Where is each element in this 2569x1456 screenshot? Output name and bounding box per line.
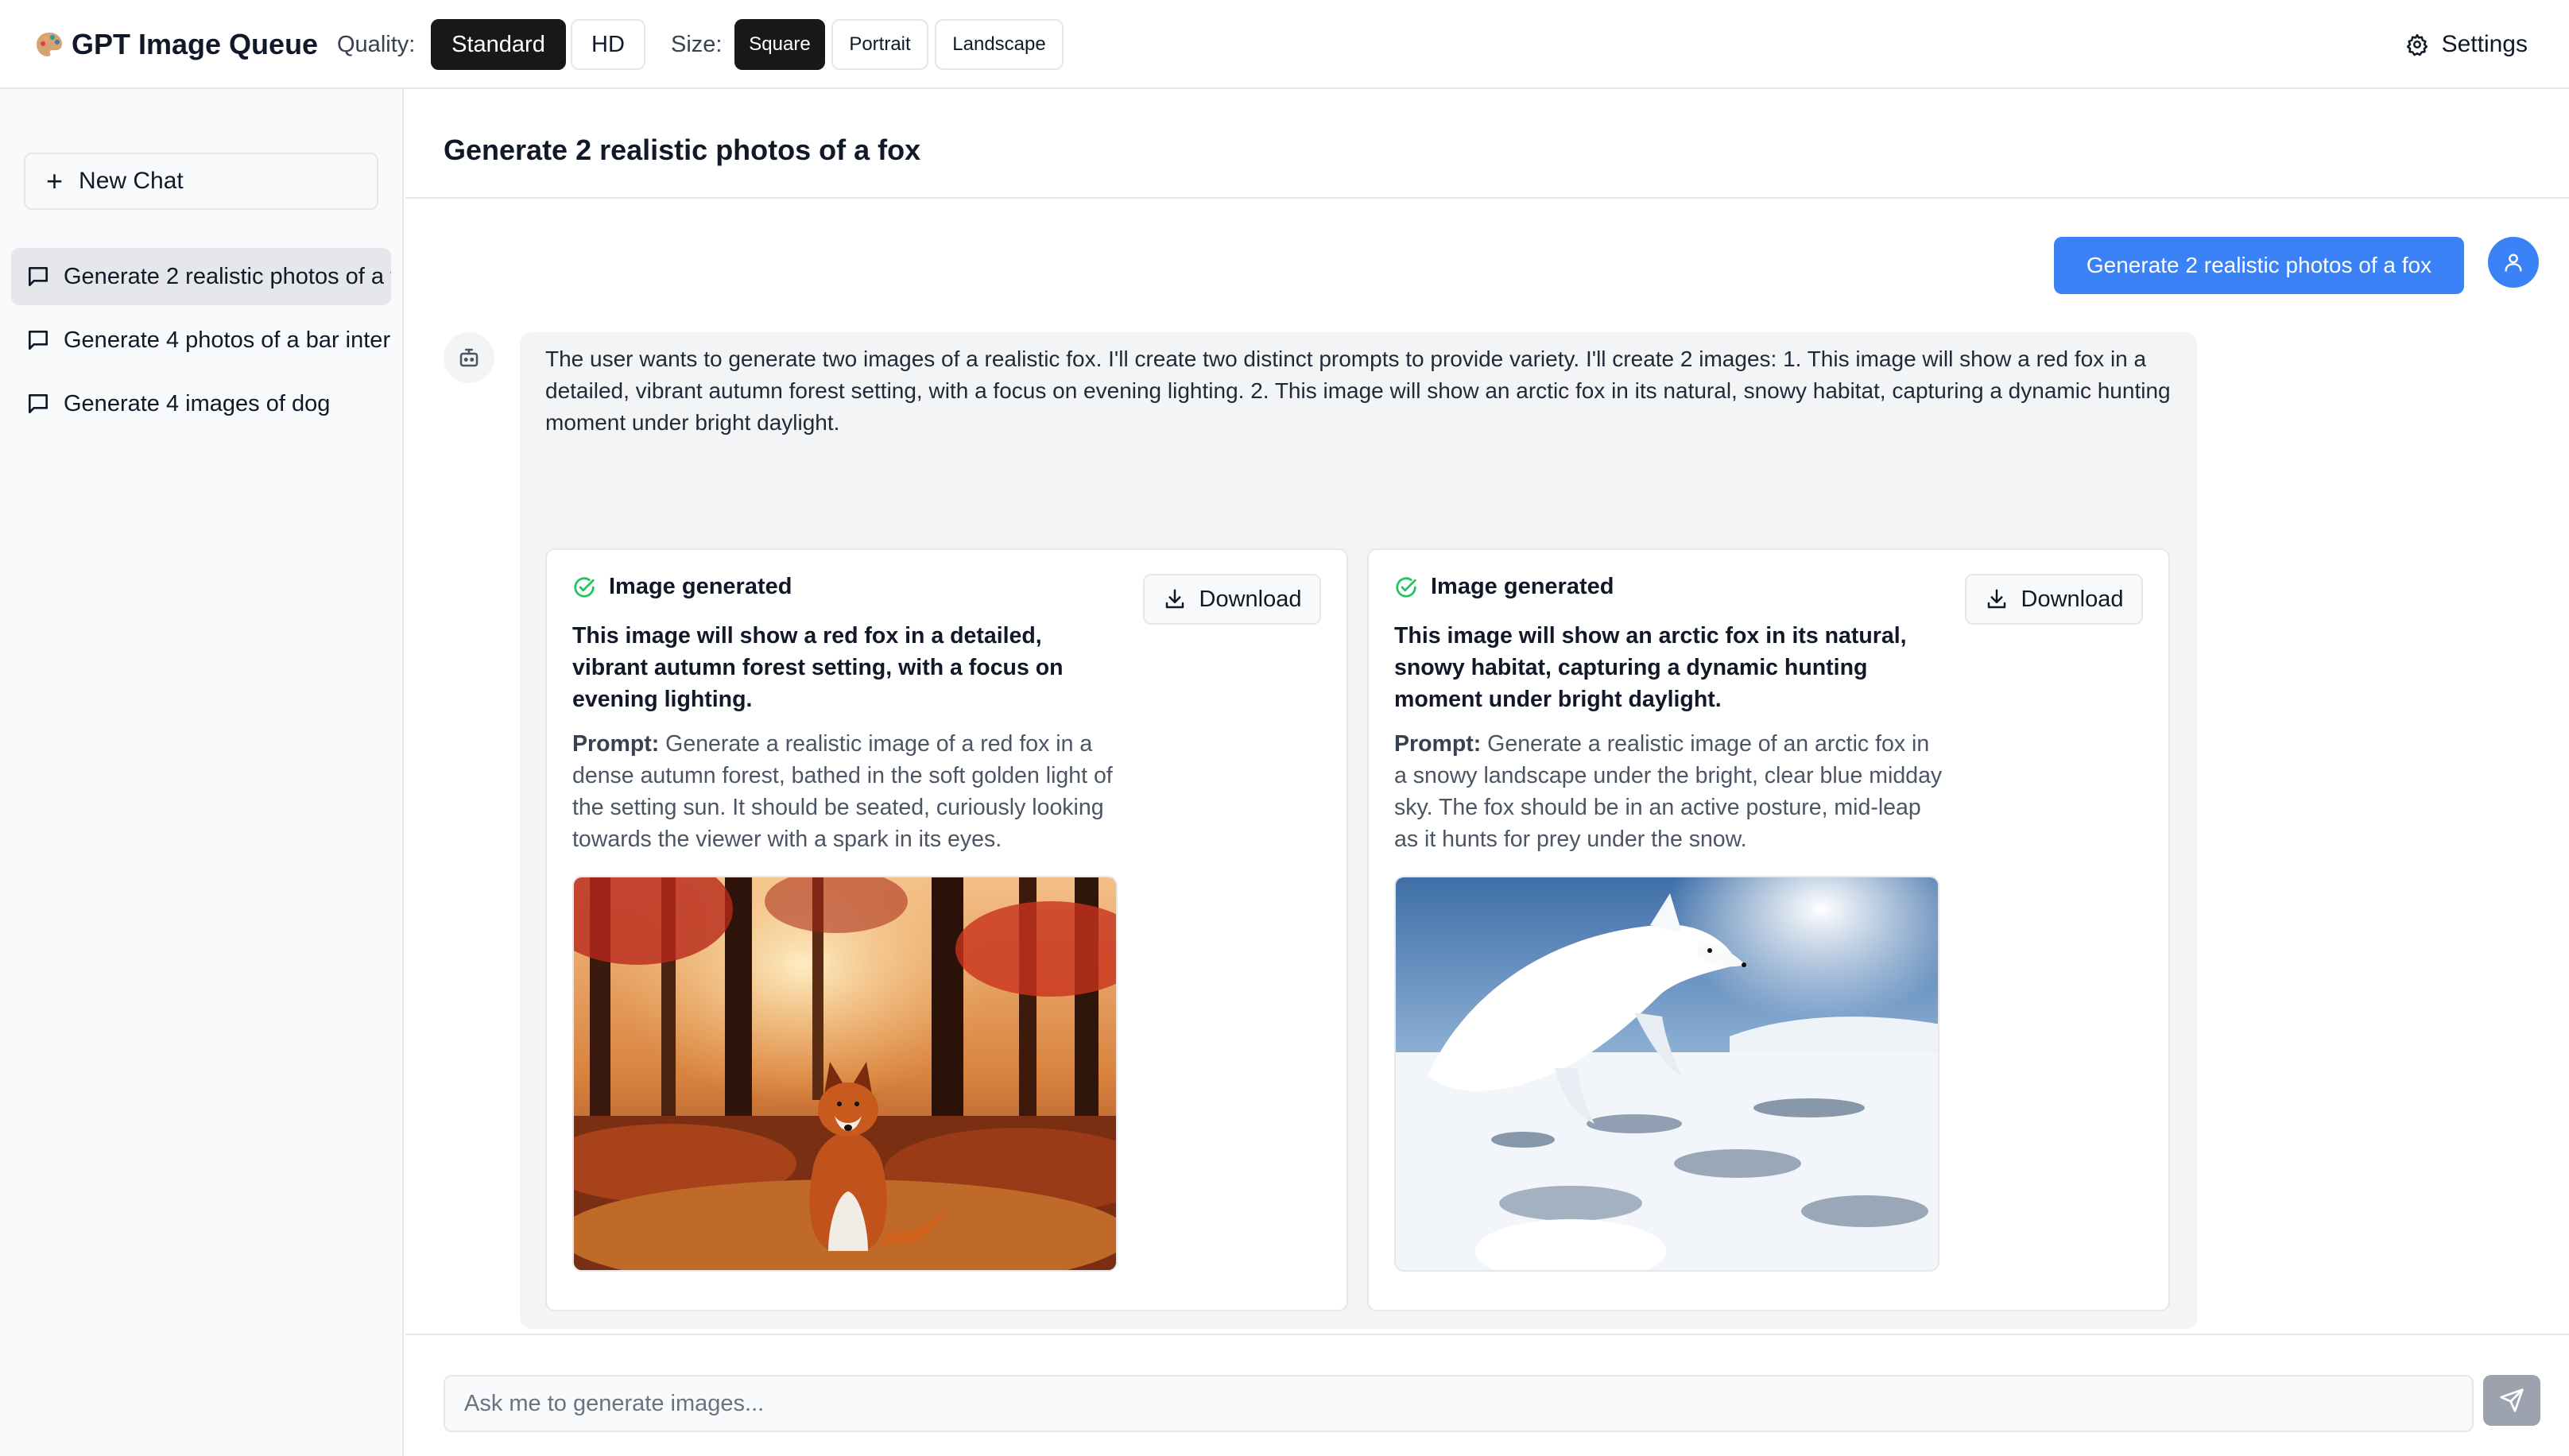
chat-input[interactable]: [444, 1375, 2474, 1432]
divider: [405, 1334, 2569, 1335]
image-result-card: Image generated Download This image will…: [545, 548, 1348, 1311]
size-label: Size:: [671, 31, 723, 57]
quality-label: Quality:: [337, 31, 416, 57]
download-icon: [1987, 589, 2005, 609]
download-button[interactable]: Download: [1965, 574, 2143, 625]
image-prompt: Prompt: Generate a realistic image of a …: [572, 728, 1121, 855]
image-prompt: Prompt: Generate a realistic image of an…: [1394, 728, 1943, 855]
settings-button[interactable]: Settings: [2405, 22, 2528, 67]
chat-panel: Generate 2 realistic photos of a fox Gen…: [405, 89, 2569, 1456]
chat-title: Generate 2 realistic photos of a fox: [444, 134, 921, 166]
message-icon: [29, 394, 48, 413]
settings-label: Settings: [2441, 31, 2528, 57]
status-text: Image generated: [609, 574, 792, 599]
sidebar-chat-item[interactable]: Generate 4 photos of a bar interior: [11, 312, 391, 369]
user-message: Generate 2 realistic photos of a fox: [2054, 237, 2464, 294]
send-icon: [2500, 1388, 2524, 1412]
status-text: Image generated: [1431, 574, 1614, 599]
generated-image[interactable]: [1394, 876, 1939, 1272]
size-portrait-button[interactable]: Portrait: [831, 19, 928, 70]
sidebar-chat-label: Generate 4 images of dog: [64, 390, 331, 416]
quality-standard-button[interactable]: Standard: [431, 19, 566, 70]
prompt-label: Prompt:: [1394, 731, 1482, 757]
generated-image[interactable]: [572, 876, 1118, 1272]
sidebar-chat-label: Generate 4 photos of a bar interior: [64, 327, 391, 353]
check-circle-icon: [1396, 576, 1416, 598]
image-description: This image will show a red fox in a deta…: [572, 623, 1064, 712]
assistant-message-text: The user wants to generate two images of…: [545, 347, 2171, 435]
app-logo: GPT Image Queue: [35, 24, 318, 65]
app-title: GPT Image Queue: [72, 28, 319, 60]
assistant-message: The user wants to generate two images of…: [520, 332, 2197, 1329]
download-button[interactable]: Download: [1143, 574, 1321, 625]
divider: [405, 197, 2569, 199]
image-description: This image will show an arctic fox in it…: [1394, 623, 1907, 712]
prompt-label: Prompt:: [572, 731, 660, 757]
status-badge: Image generated: [572, 574, 792, 600]
gear-icon: [2406, 33, 2428, 56]
arctic-fox-image: [1396, 877, 1938, 1270]
download-label: Download: [1199, 586, 1302, 612]
sidebar-chat-item[interactable]: Generate 4 images of dog: [11, 375, 391, 432]
palette-icon: [35, 31, 64, 58]
size-landscape-button[interactable]: Landscape: [935, 19, 1064, 70]
message-icon: [29, 331, 48, 350]
bot-icon: [459, 348, 479, 367]
quality-hd-button[interactable]: HD: [571, 19, 645, 70]
download-icon: [1165, 589, 1184, 609]
new-chat-button[interactable]: + New Chat: [24, 153, 378, 210]
assistant-avatar: [444, 332, 494, 383]
download-label: Download: [2021, 586, 2124, 612]
status-badge: Image generated: [1394, 574, 1614, 600]
top-bar: GPT Image Queue Quality: Standard HD Siz…: [0, 0, 2569, 89]
check-circle-icon: [574, 576, 595, 598]
plus-icon: +: [46, 165, 64, 197]
sidebar-chat-item[interactable]: Generate 2 realistic photos of a fox: [11, 248, 391, 305]
new-chat-label: New Chat: [79, 168, 184, 194]
user-icon: [2505, 254, 2522, 272]
size-square-button[interactable]: Square: [734, 19, 825, 70]
red-fox-image: [574, 877, 1116, 1270]
sidebar: + New Chat Generate 2 realistic photos o…: [0, 89, 404, 1456]
user-avatar: [2488, 237, 2539, 288]
send-button[interactable]: [2483, 1375, 2540, 1426]
message-icon: [29, 267, 48, 286]
sidebar-chat-label: Generate 2 realistic photos of a fox: [64, 263, 391, 289]
image-result-card: Image generated Download This image will…: [1367, 548, 2170, 1311]
